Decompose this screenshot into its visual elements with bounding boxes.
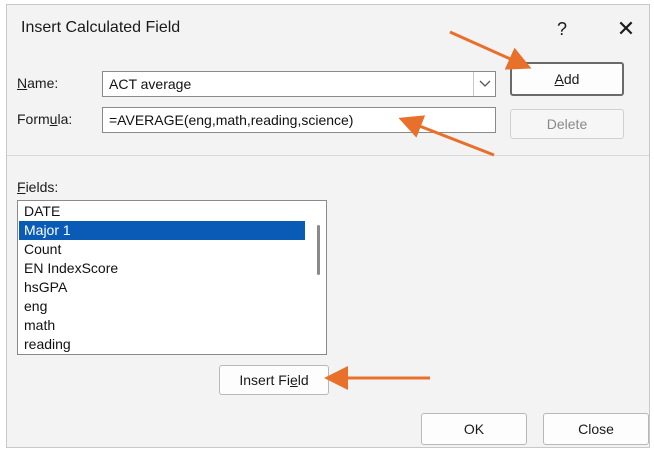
divider <box>7 155 649 156</box>
list-item-selected[interactable]: Major 1 <box>19 221 305 240</box>
fields-listbox[interactable]: DATE Major 1 Count EN IndexScore hsGPA e… <box>17 200 327 355</box>
ok-button[interactable]: OK <box>421 413 527 445</box>
list-item[interactable]: DATE <box>19 202 305 221</box>
insert-field-button[interactable]: Insert Field <box>219 365 329 395</box>
formula-label: Formula: <box>17 111 73 127</box>
list-item[interactable]: EN IndexScore <box>19 259 305 278</box>
scrollbar-thumb[interactable] <box>317 225 320 275</box>
help-icon[interactable]: ? <box>547 15 577 43</box>
chevron-down-icon[interactable] <box>473 72 495 96</box>
formula-value[interactable]: =AVERAGE(eng,math,reading,science) <box>109 112 353 128</box>
insert-calculated-field-dialog: Insert Calculated Field ? ✕ Name: ACT av… <box>6 4 650 448</box>
title-bar: Insert Calculated Field ? ✕ <box>7 5 649 51</box>
list-item[interactable]: hsGPA <box>19 278 305 297</box>
list-item[interactable]: Count <box>19 240 305 259</box>
formula-input[interactable]: =AVERAGE(eng,math,reading,science) <box>102 107 496 133</box>
dialog-title: Insert Calculated Field <box>21 19 181 36</box>
name-value[interactable]: ACT average <box>109 76 191 92</box>
name-label: Name: <box>17 75 59 91</box>
list-item[interactable]: math <box>19 316 305 335</box>
close-icon[interactable]: ✕ <box>611 15 641 43</box>
fields-label: Fields: <box>17 179 59 195</box>
close-button[interactable]: Close <box>543 413 649 445</box>
add-button[interactable]: Add <box>510 62 624 96</box>
name-combobox[interactable]: ACT average <box>102 71 496 97</box>
list-item[interactable]: reading <box>19 335 305 354</box>
delete-button[interactable]: Delete <box>510 109 624 139</box>
list-item[interactable]: eng <box>19 297 305 316</box>
